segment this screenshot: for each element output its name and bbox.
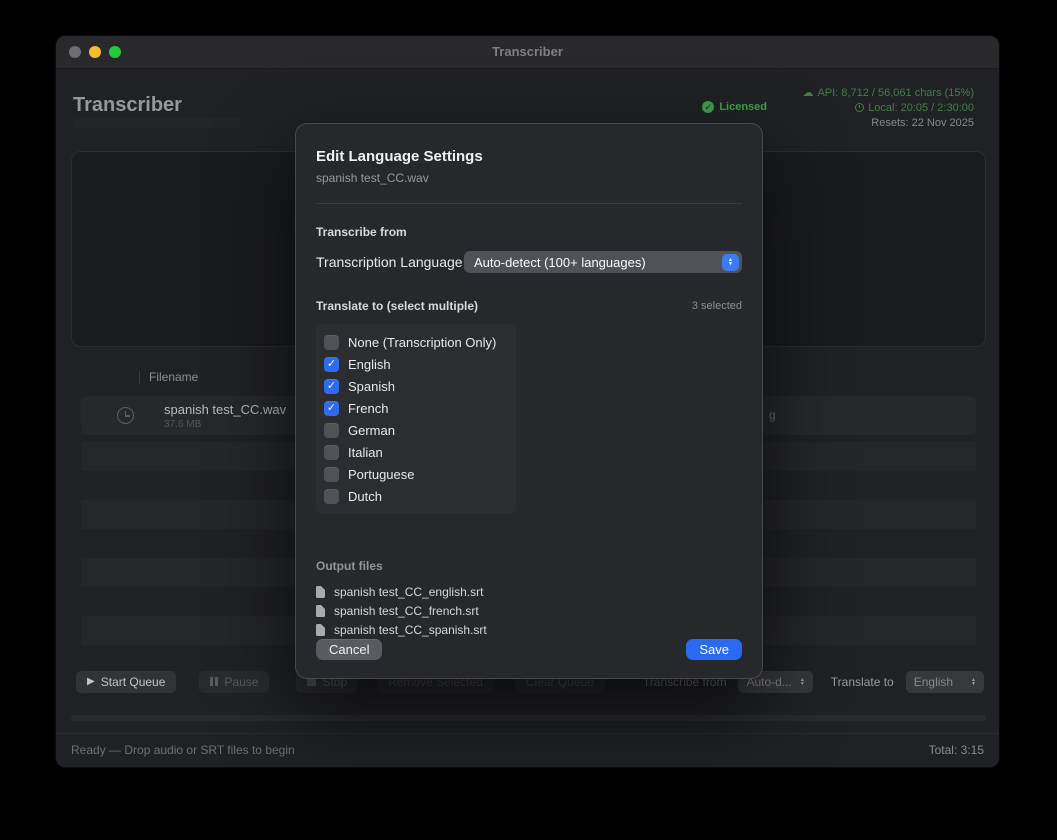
play-icon: ▶ — [87, 676, 95, 687]
output-file-list: spanish test_CC_english.srtspanish test_… — [316, 582, 742, 639]
checkbox-unchecked-icon[interactable] — [324, 489, 339, 504]
output-file-row: spanish test_CC_french.srt — [316, 601, 742, 620]
column-separator — [139, 371, 140, 384]
start-queue-button[interactable]: ▶ Start Queue — [76, 671, 176, 693]
document-icon — [316, 605, 325, 617]
language-option[interactable]: Italian — [324, 441, 508, 463]
resets-line: Resets: 22 Nov 2025 — [802, 116, 974, 131]
progress-bar — [71, 715, 986, 721]
language-label: Portuguese — [348, 467, 415, 482]
stepper-icon: ▲▼ — [971, 678, 976, 686]
pending-clock-icon — [117, 407, 134, 424]
status-bar: Ready — Drop audio or SRT files to begin… — [56, 733, 999, 768]
language-option[interactable]: German — [324, 419, 508, 441]
checkbox-unchecked-icon[interactable] — [324, 467, 339, 482]
row-status-fragment: g — [769, 408, 776, 422]
save-button[interactable]: Save — [686, 639, 742, 660]
document-icon — [316, 624, 325, 636]
document-icon — [316, 586, 325, 598]
language-label: Dutch — [348, 489, 382, 504]
pause-icon — [210, 677, 218, 686]
app-subtitle — [74, 118, 244, 128]
licensed-badge: ✓ Licensed — [702, 101, 767, 113]
pause-button[interactable]: Pause — [199, 671, 269, 693]
license-check-icon: ✓ — [702, 101, 714, 113]
api-usage-line: ☁API: 8,712 / 56,061 chars (15%) — [802, 86, 974, 101]
stepper-icon: ▲▼ — [800, 678, 805, 686]
window-title: Transcriber — [56, 44, 999, 59]
output-filename: spanish test_CC_french.srt — [334, 604, 479, 618]
dialog-subtitle: spanish test_CC.wav — [316, 171, 742, 185]
title-bar: Transcriber — [56, 36, 999, 69]
language-label: Italian — [348, 445, 383, 460]
usage-stats: ☁API: 8,712 / 56,061 chars (15%) Local: … — [802, 86, 974, 131]
language-label: Spanish — [348, 379, 395, 394]
transcription-language-select[interactable]: Auto-detect (100+ languages) ▲▼ — [464, 251, 742, 273]
transcription-language-value: Auto-detect (100+ languages) — [474, 255, 646, 270]
output-file-row: spanish test_CC_english.srt — [316, 582, 742, 601]
selected-count: 3 selected — [692, 300, 742, 312]
status-message: Ready — Drop audio or SRT files to begin — [71, 743, 295, 757]
translate-to-section-label: Translate to (select multiple) — [316, 299, 478, 313]
row-filesize: 37.6 MB — [164, 419, 201, 430]
output-filename: spanish test_CC_english.srt — [334, 585, 483, 599]
row-filename: spanish test_CC.wav — [164, 402, 286, 417]
language-option[interactable]: ✓ English — [324, 353, 508, 375]
stepper-icon: ▲▼ — [722, 254, 739, 271]
total-duration: Total: 3:15 — [929, 743, 984, 757]
filename-column-header[interactable]: Filename — [149, 370, 198, 384]
output-file-row: spanish test_CC_spanish.srt — [316, 620, 742, 639]
checkbox-checked-icon[interactable]: ✓ — [324, 379, 339, 394]
edit-language-settings-dialog: Edit Language Settings spanish test_CC.w… — [295, 123, 763, 679]
translate-to-label: Translate to — [831, 675, 894, 689]
language-label: English — [348, 357, 391, 372]
language-label: French — [348, 401, 388, 416]
checkbox-unchecked-icon[interactable] — [324, 445, 339, 460]
transcribe-from-section-label: Transcribe from — [316, 225, 742, 239]
cancel-button[interactable]: Cancel — [316, 639, 382, 660]
transcription-language-label: Transcription Language — [316, 254, 463, 270]
clock-icon — [855, 103, 864, 112]
checkbox-unchecked-icon[interactable] — [324, 423, 339, 438]
checkbox-checked-icon[interactable]: ✓ — [324, 401, 339, 416]
language-option[interactable]: None (Transcription Only) — [324, 331, 508, 353]
licensed-label: Licensed — [719, 101, 767, 113]
dialog-title: Edit Language Settings — [316, 148, 742, 165]
cloud-icon: ☁ — [802, 86, 813, 101]
language-option[interactable]: ✓ French — [324, 397, 508, 419]
language-option[interactable]: ✓ Spanish — [324, 375, 508, 397]
translate-to-select[interactable]: English ▲▼ — [906, 671, 984, 693]
language-label: German — [348, 423, 395, 438]
language-label: None (Transcription Only) — [348, 335, 496, 350]
language-option[interactable]: Portuguese — [324, 463, 508, 485]
checkbox-checked-icon[interactable]: ✓ — [324, 357, 339, 372]
output-files-label: Output files — [316, 559, 742, 573]
output-filename: spanish test_CC_spanish.srt — [334, 623, 487, 637]
page-title: Transcriber — [73, 94, 182, 117]
divider — [316, 203, 742, 204]
language-checkbox-list: None (Transcription Only) ✓ English ✓ Spanis… — [316, 324, 516, 514]
language-option[interactable]: Dutch — [324, 485, 508, 507]
checkbox-unchecked-icon[interactable] — [324, 335, 339, 350]
local-usage-line: Local: 20:05 / 2:30:00 — [802, 101, 974, 116]
